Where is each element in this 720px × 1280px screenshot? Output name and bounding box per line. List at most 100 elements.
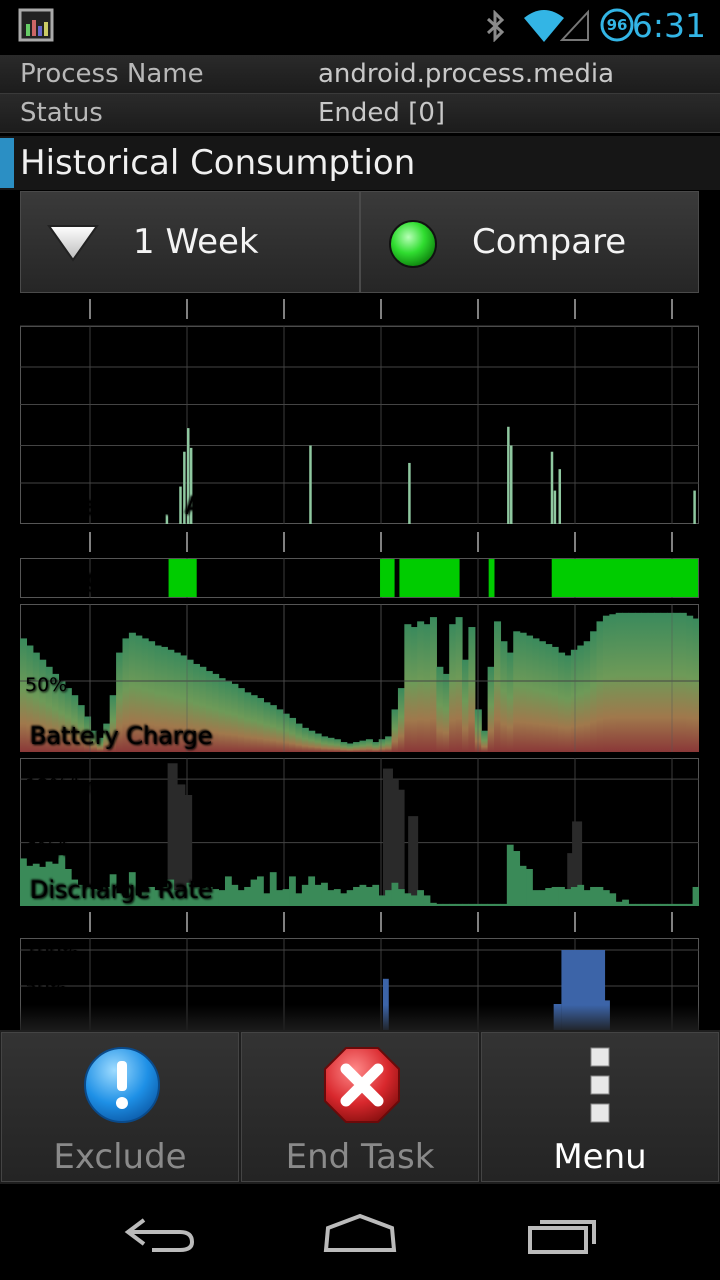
discharge-bar	[346, 890, 354, 906]
info-row-process-name: Process Name android.process.media	[0, 55, 720, 94]
battery-bar	[615, 612, 623, 752]
end-task-label: End Task	[285, 1137, 435, 1177]
recent-apps-icon[interactable]	[524, 1214, 600, 1256]
cpu-axis-tick: 10%	[25, 404, 67, 426]
day-label: Fri	[677, 530, 699, 554]
day-label: Tue	[385, 910, 420, 934]
battery-icon: 96	[600, 8, 634, 42]
discharge-bar	[506, 844, 514, 906]
cpu-spike	[550, 451, 554, 524]
battery-bar	[596, 621, 604, 752]
discharge-bar	[340, 893, 348, 906]
battery-chart-title: Battery Charge	[30, 722, 213, 750]
signal-icon	[560, 9, 589, 41]
discharge-bar	[583, 890, 591, 906]
battery-bar	[628, 612, 636, 752]
cpu-axis-tick: 30%	[25, 367, 67, 389]
discharge-bar	[244, 886, 252, 906]
status-time: 6:31	[631, 6, 706, 45]
discharge-bar	[532, 890, 540, 906]
charging-chart-title: Charging	[30, 565, 138, 593]
navigation-bar	[0, 1184, 720, 1280]
day-label: Mon	[289, 530, 331, 554]
day-label: Thu	[579, 297, 618, 321]
battery-bar	[333, 739, 341, 752]
battery-bar	[423, 624, 431, 752]
scroll-fade	[20, 1005, 699, 1033]
discharge-bar	[224, 876, 232, 906]
battery-bar	[295, 723, 303, 752]
discharge-bar	[519, 865, 527, 906]
discharge-bar	[487, 903, 495, 906]
history-charts: Sat Sun Mon Tue Wed Thu Fri100%30%10%3%1%Proce…	[20, 297, 699, 1033]
battery-bar	[666, 612, 674, 752]
battery-bar	[429, 617, 437, 752]
battery-bar	[609, 614, 617, 752]
cpu-spike	[408, 462, 411, 524]
battery-bar	[308, 730, 316, 752]
discharge-bar	[673, 903, 681, 906]
stop-x-icon	[324, 1047, 400, 1123]
battery-bar	[212, 673, 220, 752]
battery-bar	[327, 737, 335, 752]
battery-bar	[558, 652, 566, 752]
battery-bar	[513, 631, 521, 752]
discharge-bar	[577, 884, 585, 906]
section-title: Historical Consumption	[20, 143, 416, 183]
battery-level: 96	[606, 16, 628, 34]
discharge-bar	[212, 889, 219, 906]
battery-bar	[346, 743, 354, 752]
discharge-bar	[558, 886, 565, 906]
end-task-button[interactable]: End Task	[241, 1032, 479, 1182]
battery-bar	[654, 612, 662, 752]
back-icon[interactable]	[122, 1214, 198, 1254]
period-dropdown-button[interactable]: 1 Week	[20, 191, 360, 293]
battery-bar	[647, 612, 655, 752]
battery-bar	[353, 742, 361, 752]
charging-interval	[551, 559, 698, 597]
battery-bar	[244, 692, 252, 752]
menu-button[interactable]: Menu	[481, 1032, 719, 1182]
battery-bar	[410, 627, 418, 752]
battery-bar	[660, 612, 668, 752]
exclamation-icon	[84, 1047, 160, 1123]
battery-axis-tick: 50%	[25, 674, 67, 696]
discharge-bar	[461, 903, 469, 906]
battery-bar	[641, 612, 649, 752]
battery-bar	[634, 612, 642, 752]
battery-bar	[289, 717, 297, 752]
discharge-charging-bar	[408, 816, 419, 906]
discharge-bar	[468, 903, 476, 906]
day-label: Sat	[95, 910, 128, 934]
battery-bar	[321, 736, 329, 752]
usage-axis-tick: 50%	[25, 976, 67, 998]
battery-bar	[622, 612, 630, 752]
battery-bar	[301, 727, 309, 752]
discharge-bar	[596, 886, 604, 906]
discharge-bar	[378, 895, 386, 906]
discharge-bar	[372, 884, 380, 906]
day-label: Wed	[483, 530, 527, 554]
info-value: Ended [0]	[318, 98, 446, 128]
discharge-bar	[590, 886, 597, 906]
battery-bar	[365, 739, 373, 752]
discharge-bar	[20, 858, 27, 906]
charging-interval	[380, 559, 395, 597]
discharge-bar	[679, 903, 687, 906]
cpu-axis-tick: 3%	[25, 446, 55, 468]
day-label: Sat	[95, 530, 128, 554]
home-icon[interactable]	[320, 1212, 400, 1256]
discharge-bar	[276, 890, 284, 906]
discharge-bar	[436, 903, 444, 906]
discharge-bar	[321, 882, 328, 906]
section-accent-bar	[0, 138, 14, 188]
battery-bar	[545, 644, 553, 752]
discharge-bar	[263, 893, 271, 906]
compare-button[interactable]: Compare	[360, 191, 699, 293]
battery-bar	[506, 652, 514, 752]
discharge-bar	[231, 884, 239, 906]
battery-bar	[263, 702, 271, 752]
compare-label: Compare	[472, 222, 627, 262]
discharge-bar	[564, 889, 572, 906]
exclude-button[interactable]: Exclude	[1, 1032, 239, 1182]
